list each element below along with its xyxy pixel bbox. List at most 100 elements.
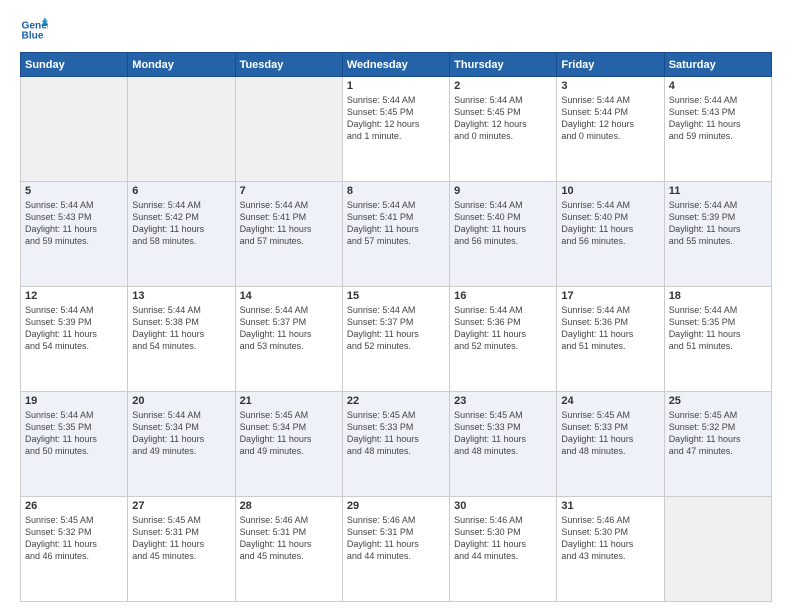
cell-content-line: Sunset: 5:40 PM	[561, 211, 659, 223]
cell-content-line: and 52 minutes.	[454, 340, 552, 352]
cell-content-line: Daylight: 11 hours	[454, 433, 552, 445]
day-number: 22	[347, 395, 445, 407]
cell-content-line: Daylight: 11 hours	[132, 433, 230, 445]
day-number: 3	[561, 80, 659, 92]
calendar-cell: 6Sunrise: 5:44 AMSunset: 5:42 PMDaylight…	[128, 182, 235, 287]
day-number: 4	[669, 80, 767, 92]
day-number: 11	[669, 185, 767, 197]
cell-content-line: Daylight: 11 hours	[240, 538, 338, 550]
cell-content-line: Sunrise: 5:45 AM	[669, 409, 767, 421]
cell-content-line: Daylight: 11 hours	[347, 433, 445, 445]
cell-content-line: and 50 minutes.	[25, 445, 123, 457]
cell-content-line: Daylight: 11 hours	[561, 223, 659, 235]
cell-content-line: Sunrise: 5:44 AM	[561, 199, 659, 211]
cell-content-line: and 51 minutes.	[669, 340, 767, 352]
cell-content-line: and 46 minutes.	[25, 550, 123, 562]
cell-content-line: Sunrise: 5:45 AM	[132, 514, 230, 526]
cell-content-line: Daylight: 11 hours	[454, 223, 552, 235]
cell-content-line: Sunset: 5:43 PM	[25, 211, 123, 223]
cell-content-line: Sunrise: 5:45 AM	[561, 409, 659, 421]
cell-content-line: and 49 minutes.	[240, 445, 338, 457]
calendar-cell: 31Sunrise: 5:46 AMSunset: 5:30 PMDayligh…	[557, 497, 664, 602]
cell-content-line: and 56 minutes.	[454, 235, 552, 247]
cell-content-line: and 59 minutes.	[669, 130, 767, 142]
cell-content-line: Sunrise: 5:46 AM	[454, 514, 552, 526]
day-number: 14	[240, 290, 338, 302]
cell-content-line: and 44 minutes.	[347, 550, 445, 562]
cell-content-line: Daylight: 11 hours	[25, 223, 123, 235]
day-number: 25	[669, 395, 767, 407]
day-number: 15	[347, 290, 445, 302]
day-number: 12	[25, 290, 123, 302]
calendar-header-row: SundayMondayTuesdayWednesdayThursdayFrid…	[21, 53, 772, 77]
day-number: 27	[132, 500, 230, 512]
cell-content-line: Sunrise: 5:44 AM	[132, 199, 230, 211]
calendar-cell: 15Sunrise: 5:44 AMSunset: 5:37 PMDayligh…	[342, 287, 449, 392]
cell-content-line: Daylight: 11 hours	[669, 118, 767, 130]
cell-content-line: Sunset: 5:41 PM	[347, 211, 445, 223]
day-number: 20	[132, 395, 230, 407]
cell-content-line: Sunrise: 5:46 AM	[347, 514, 445, 526]
day-number: 23	[454, 395, 552, 407]
calendar-cell	[664, 497, 771, 602]
cell-content-line: and 52 minutes.	[347, 340, 445, 352]
cell-content-line: Sunrise: 5:45 AM	[347, 409, 445, 421]
day-of-week-header: Tuesday	[235, 53, 342, 77]
day-number: 30	[454, 500, 552, 512]
calendar-week-row: 19Sunrise: 5:44 AMSunset: 5:35 PMDayligh…	[21, 392, 772, 497]
day-number: 1	[347, 80, 445, 92]
cell-content-line: and 48 minutes.	[454, 445, 552, 457]
cell-content-line: and 47 minutes.	[669, 445, 767, 457]
cell-content-line: and 45 minutes.	[240, 550, 338, 562]
header: General Blue	[20, 16, 772, 44]
calendar-cell: 12Sunrise: 5:44 AMSunset: 5:39 PMDayligh…	[21, 287, 128, 392]
cell-content-line: and 56 minutes.	[561, 235, 659, 247]
cell-content-line: Daylight: 11 hours	[454, 538, 552, 550]
cell-content-line: Sunset: 5:30 PM	[561, 526, 659, 538]
calendar-cell: 2Sunrise: 5:44 AMSunset: 5:45 PMDaylight…	[450, 77, 557, 182]
calendar-cell: 29Sunrise: 5:46 AMSunset: 5:31 PMDayligh…	[342, 497, 449, 602]
calendar-cell: 25Sunrise: 5:45 AMSunset: 5:32 PMDayligh…	[664, 392, 771, 497]
calendar-cell: 17Sunrise: 5:44 AMSunset: 5:36 PMDayligh…	[557, 287, 664, 392]
cell-content-line: Sunset: 5:35 PM	[669, 316, 767, 328]
cell-content-line: Sunrise: 5:45 AM	[25, 514, 123, 526]
calendar-cell: 14Sunrise: 5:44 AMSunset: 5:37 PMDayligh…	[235, 287, 342, 392]
calendar-cell	[128, 77, 235, 182]
cell-content-line: Daylight: 11 hours	[561, 433, 659, 445]
cell-content-line: Sunset: 5:34 PM	[132, 421, 230, 433]
cell-content-line: and 0 minutes.	[454, 130, 552, 142]
day-of-week-header: Monday	[128, 53, 235, 77]
cell-content-line: Sunset: 5:39 PM	[669, 211, 767, 223]
cell-content-line: Sunrise: 5:44 AM	[240, 199, 338, 211]
cell-content-line: Daylight: 11 hours	[132, 328, 230, 340]
day-number: 17	[561, 290, 659, 302]
cell-content-line: Sunset: 5:37 PM	[240, 316, 338, 328]
logo-icon: General Blue	[20, 16, 48, 44]
cell-content-line: Sunrise: 5:44 AM	[132, 304, 230, 316]
cell-content-line: and 45 minutes.	[132, 550, 230, 562]
day-number: 24	[561, 395, 659, 407]
cell-content-line: Daylight: 11 hours	[347, 538, 445, 550]
cell-content-line: Daylight: 11 hours	[561, 328, 659, 340]
calendar-cell: 13Sunrise: 5:44 AMSunset: 5:38 PMDayligh…	[128, 287, 235, 392]
calendar-week-row: 5Sunrise: 5:44 AMSunset: 5:43 PMDaylight…	[21, 182, 772, 287]
calendar-cell	[235, 77, 342, 182]
calendar-cell: 8Sunrise: 5:44 AMSunset: 5:41 PMDaylight…	[342, 182, 449, 287]
calendar-cell: 20 Sunrise: 5:44 AMSunset: 5:34 PMDayligh…	[128, 392, 235, 497]
cell-content-line: and 53 minutes.	[240, 340, 338, 352]
cell-content-line: Sunrise: 5:44 AM	[132, 409, 230, 421]
day-number: 19	[25, 395, 123, 407]
calendar-week-row: 1Sunrise: 5:44 AMSunset: 5:45 PMDaylight…	[21, 77, 772, 182]
day-number: 8	[347, 185, 445, 197]
day-of-week-header: Sunday	[21, 53, 128, 77]
calendar-cell: 7Sunrise: 5:44 AMSunset: 5:41 PMDaylight…	[235, 182, 342, 287]
cell-content-line: Sunrise: 5:44 AM	[669, 199, 767, 211]
day-of-week-header: Thursday	[450, 53, 557, 77]
cell-content-line: Sunset: 5:36 PM	[454, 316, 552, 328]
cell-content-line: Sunset: 5:33 PM	[347, 421, 445, 433]
cell-content-line: Sunrise: 5:44 AM	[561, 304, 659, 316]
calendar-week-row: 26Sunrise: 5:45 AMSunset: 5:32 PMDayligh…	[21, 497, 772, 602]
cell-content-line: Sunrise: 5:46 AM	[561, 514, 659, 526]
cell-content-line: Sunrise: 5:44 AM	[25, 199, 123, 211]
day-number: 18	[669, 290, 767, 302]
